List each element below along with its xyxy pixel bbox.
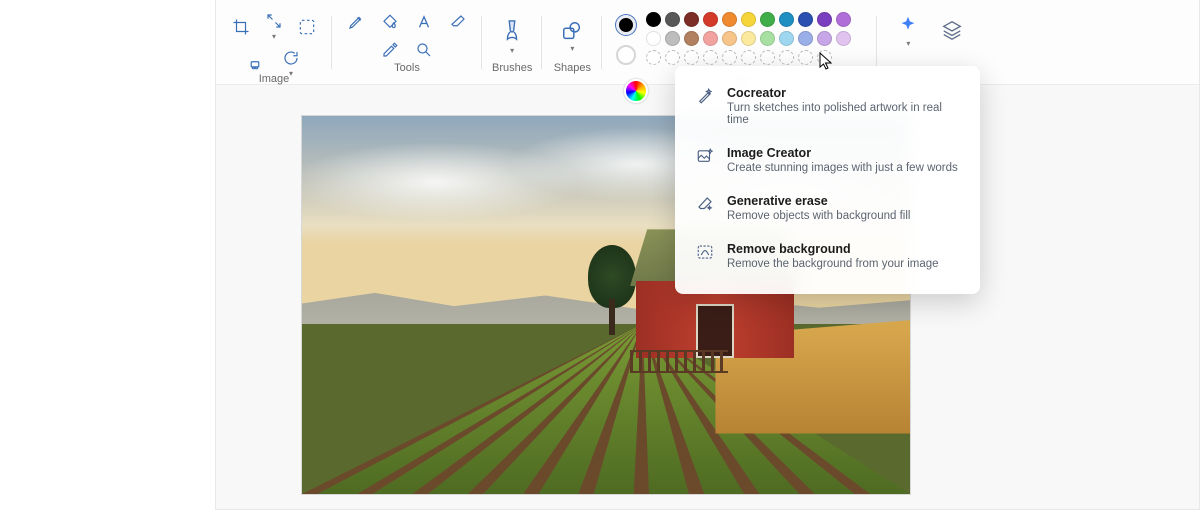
ribbon-group-tools: Tools [332,12,482,85]
custom-color-slot[interactable] [703,50,718,65]
color-swatch[interactable] [684,12,699,27]
color-swatch[interactable] [836,31,851,46]
color-swatch[interactable] [703,12,718,27]
pencil-icon [347,13,365,31]
ai-menu-item-desc: Create stunning images with just a few w… [727,162,958,174]
erase-magic-icon [695,194,715,214]
layers-button[interactable] [939,17,965,43]
ai-menu-item-image-creator[interactable]: Image Creator Create stunning images with… [683,136,972,184]
chevron-down-icon: ▾ [272,32,276,41]
color-swatch[interactable] [741,12,756,27]
group-label-image: Image [259,73,290,85]
text-button[interactable] [414,12,434,32]
eraser-icon [449,13,467,31]
paint-app-window: ▾ ▾ Image Tools ▾ [215,0,1200,510]
select-icon [297,16,317,38]
custom-color-slot[interactable] [665,50,680,65]
chevron-down-icon: ▾ [289,69,293,78]
flip-icon [249,55,267,73]
rotate-icon [282,49,300,67]
color-swatch[interactable] [722,31,737,46]
magnifier-button[interactable] [414,40,434,60]
group-label-brushes: Brushes [492,62,532,74]
color-picker-button[interactable] [380,40,400,60]
custom-color-slot[interactable] [722,50,737,65]
brushes-button[interactable]: ▾ [501,18,523,55]
select-button[interactable] [297,17,317,37]
fill-icon [381,13,399,31]
color-swatch[interactable] [836,12,851,27]
crop-icon [232,18,250,36]
ai-menu-item-desc: Turn sketches into polished artwork in r… [727,102,960,126]
shapes-button[interactable]: ▾ [561,20,583,53]
ribbon-right-tools: ▾ [877,12,983,48]
chevron-down-icon: ▾ [906,39,910,48]
color-swatch[interactable] [760,12,775,27]
custom-color-slot[interactable] [779,50,794,65]
custom-color-slot[interactable] [798,50,813,65]
custom-color-slot[interactable] [741,50,756,65]
ai-menu-item-title: Generative erase [727,194,910,208]
crop-button[interactable] [231,17,251,37]
color-swatch[interactable] [665,12,680,27]
color-swatch[interactable] [646,12,661,27]
color-swatch[interactable] [798,31,813,46]
remove-bg-icon [695,242,715,262]
group-label-shapes: Shapes [554,62,591,74]
copilot-ai-button[interactable] [895,12,921,38]
custom-color-slot[interactable] [760,50,775,65]
eraser-button[interactable] [448,12,468,32]
ribbon-group-image: ▾ ▾ Image [216,12,332,85]
color-swatch[interactable] [779,31,794,46]
resize-button[interactable]: ▾ [265,12,283,41]
fill-button[interactable] [380,12,400,32]
color-swatch[interactable] [703,31,718,46]
brush-icon [501,18,523,44]
color-swatch[interactable] [665,31,680,46]
color-picker-icon [381,41,399,59]
copilot-icon [897,14,919,36]
custom-color-slot[interactable] [646,50,661,65]
copilot-ai-menu: Cocreator Turn sketches into polished art… [675,66,980,294]
image-sparkle-icon [695,146,715,166]
chevron-down-icon: ▾ [570,44,574,53]
shapes-icon [561,20,583,42]
color-palette [646,12,851,65]
magnifier-icon [415,41,433,59]
ai-menu-item-title: Remove background [727,242,939,256]
color-swatch[interactable] [722,12,737,27]
resize-icon [265,12,283,30]
chevron-down-icon: ▾ [510,46,514,55]
ai-menu-item-title: Cocreator [727,86,960,100]
ai-menu-item-generative-erase[interactable]: Generative erase Remove objects with back… [683,184,972,232]
color-swatch[interactable] [779,12,794,27]
ai-menu-item-remove-background[interactable]: Remove background Remove the background f… [683,232,972,280]
ai-menu-item-cocreator[interactable]: Cocreator Turn sketches into polished art… [683,76,972,136]
wand-icon [695,86,715,106]
layers-icon [941,19,963,41]
flip-button[interactable] [248,54,268,74]
ribbon-group-brushes: ▾ Brushes [482,12,542,85]
color-swatch[interactable] [684,31,699,46]
ai-menu-item-desc: Remove objects with background fill [727,210,910,222]
color-swatch[interactable] [646,31,661,46]
color-swatch[interactable] [817,12,832,27]
fill-color-current[interactable] [616,45,636,65]
color-swatch[interactable] [741,31,756,46]
ai-menu-item-title: Image Creator [727,146,958,160]
edit-colors-button[interactable] [624,79,648,103]
custom-color-slot[interactable] [817,50,832,65]
ai-menu-item-desc: Remove the background from your image [727,258,939,270]
ribbon-group-shapes: ▾ Shapes [542,12,602,85]
color-swatch[interactable] [798,12,813,27]
stroke-color-current[interactable] [616,15,636,35]
color-swatch[interactable] [817,31,832,46]
group-label-tools: Tools [394,62,420,74]
custom-color-slot[interactable] [684,50,699,65]
text-icon [415,13,433,31]
pencil-button[interactable] [346,12,366,32]
color-swatch[interactable] [760,31,775,46]
